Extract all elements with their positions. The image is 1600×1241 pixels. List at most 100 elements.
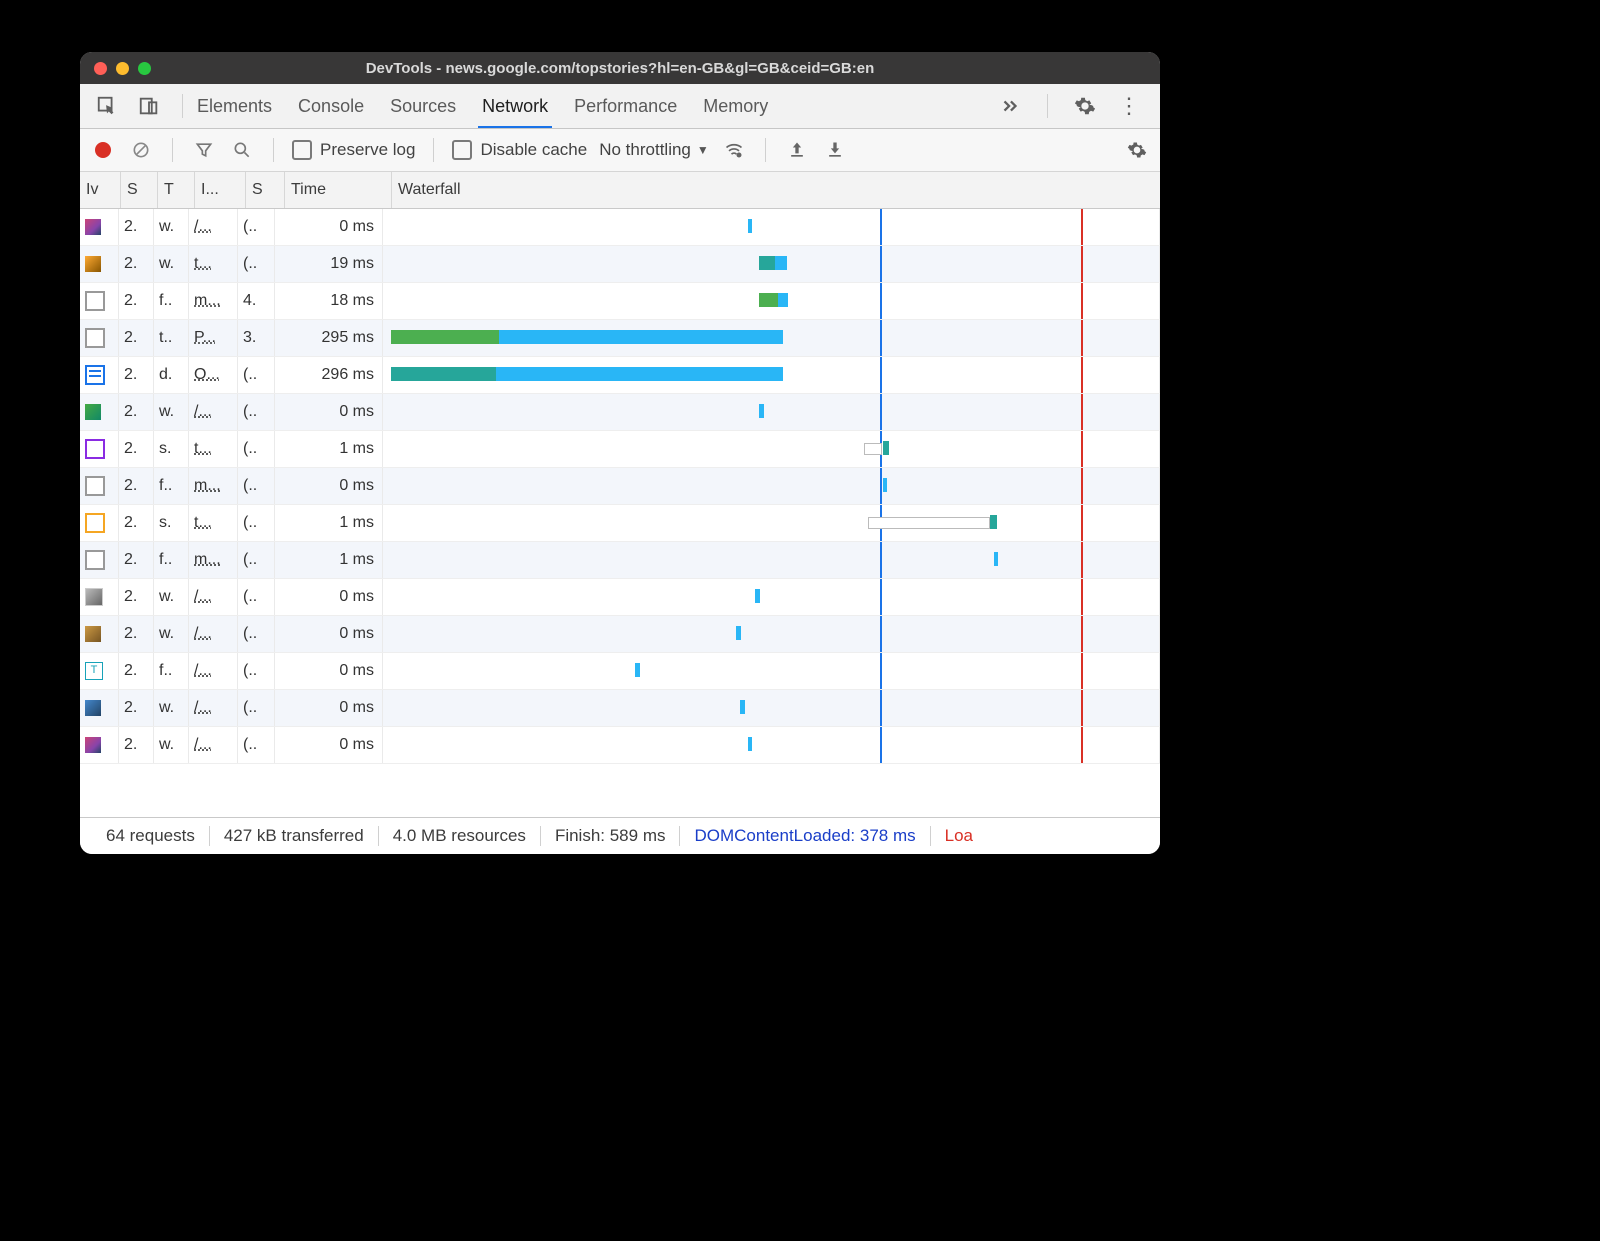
cell: (.. bbox=[238, 727, 275, 763]
resource-type-icon bbox=[85, 550, 105, 570]
cell: w. bbox=[154, 579, 189, 615]
cell: 2. bbox=[119, 616, 154, 652]
cell: (.. bbox=[238, 616, 275, 652]
filter-icon[interactable] bbox=[191, 137, 217, 163]
table-row[interactable]: 2.t..P...3.295 ms bbox=[80, 320, 1160, 357]
cell: m... bbox=[189, 283, 238, 319]
cell: /... bbox=[189, 579, 238, 615]
table-row[interactable]: 2.d.O...(..296 ms bbox=[80, 357, 1160, 394]
tab-sources[interactable]: Sources bbox=[390, 84, 456, 128]
cell-time: 1 ms bbox=[275, 505, 383, 541]
tab-performance[interactable]: Performance bbox=[574, 84, 677, 128]
panel-tabs: Elements Console Sources Network Performance… bbox=[80, 84, 1160, 129]
table-row[interactable]: 2.w./...(..0 ms bbox=[80, 394, 1160, 431]
col-header[interactable]: S bbox=[121, 172, 158, 208]
preserve-log-label: Preserve log bbox=[320, 140, 415, 160]
upload-har-icon[interactable] bbox=[784, 137, 810, 163]
cell: w. bbox=[154, 209, 189, 245]
cell-waterfall bbox=[383, 690, 1160, 726]
cell-time: 0 ms bbox=[275, 616, 383, 652]
cell-time: 296 ms bbox=[275, 357, 383, 393]
table-row[interactable]: 2.w./...(..0 ms bbox=[80, 727, 1160, 764]
cell-time: 0 ms bbox=[275, 468, 383, 504]
cell: 3. bbox=[238, 320, 275, 356]
cell-waterfall bbox=[383, 579, 1160, 615]
cell: (.. bbox=[238, 505, 275, 541]
cell: 4. bbox=[238, 283, 275, 319]
resource-type-icon bbox=[85, 219, 101, 235]
preserve-log-checkbox[interactable]: Preserve log bbox=[292, 140, 415, 160]
resource-type-icon bbox=[85, 737, 101, 753]
download-har-icon[interactable] bbox=[822, 137, 848, 163]
kebab-menu-icon[interactable]: ⋮ bbox=[1116, 93, 1142, 119]
inspect-element-icon[interactable] bbox=[94, 93, 120, 119]
cell: t... bbox=[189, 505, 238, 541]
table-row[interactable]: 2.f..m...(..0 ms bbox=[80, 468, 1160, 505]
cell: w. bbox=[154, 246, 189, 282]
cell: 2. bbox=[119, 246, 154, 282]
cell: w. bbox=[154, 690, 189, 726]
cell: (.. bbox=[238, 653, 275, 689]
cell: s. bbox=[154, 431, 189, 467]
table-row[interactable]: 2.f..m...4.18 ms bbox=[80, 283, 1160, 320]
col-header[interactable]: T bbox=[158, 172, 195, 208]
network-toolbar: Preserve log Disable cache No throttling… bbox=[80, 129, 1160, 172]
cell: w. bbox=[154, 727, 189, 763]
window-minimize[interactable] bbox=[116, 62, 129, 75]
cell: 2. bbox=[119, 727, 154, 763]
col-header[interactable]: S bbox=[246, 172, 285, 208]
table-row[interactable]: 2.s.t...(..1 ms bbox=[80, 505, 1160, 542]
throttling-select[interactable]: No throttling ▼ bbox=[599, 140, 709, 160]
resource-type-icon bbox=[85, 365, 105, 385]
cell: 2. bbox=[119, 283, 154, 319]
table-row[interactable]: 2.w./...(..0 ms bbox=[80, 690, 1160, 727]
table-row[interactable]: 2.w.t...(..19 ms bbox=[80, 246, 1160, 283]
resource-type-icon: T bbox=[85, 662, 103, 680]
table-row[interactable]: 2.s.t...(..1 ms bbox=[80, 431, 1160, 468]
search-icon[interactable] bbox=[229, 137, 255, 163]
status-resources: 4.0 MB resources bbox=[379, 826, 541, 846]
cell: w. bbox=[154, 394, 189, 430]
cell: (.. bbox=[238, 579, 275, 615]
window-maximize[interactable] bbox=[138, 62, 151, 75]
col-header-time[interactable]: Time bbox=[285, 172, 392, 208]
table-row[interactable]: 2.w./...(..0 ms bbox=[80, 579, 1160, 616]
cell: 2. bbox=[119, 431, 154, 467]
disable-cache-checkbox[interactable]: Disable cache bbox=[452, 140, 587, 160]
cell: m... bbox=[189, 468, 238, 504]
cell: O... bbox=[189, 357, 238, 393]
cell: 2. bbox=[119, 579, 154, 615]
titlebar: DevTools - news.google.com/topstories?hl… bbox=[80, 52, 1160, 84]
network-conditions-icon[interactable] bbox=[721, 137, 747, 163]
cell-waterfall bbox=[383, 320, 1160, 356]
device-toolbar-icon[interactable] bbox=[136, 93, 162, 119]
cell-time: 18 ms bbox=[275, 283, 383, 319]
cell: f.. bbox=[154, 653, 189, 689]
table-row[interactable]: 2.f..m...(..1 ms bbox=[80, 542, 1160, 579]
col-header-waterfall[interactable]: Waterfall bbox=[392, 172, 1160, 208]
record-button[interactable] bbox=[90, 137, 116, 163]
tab-memory[interactable]: Memory bbox=[703, 84, 768, 128]
col-header[interactable]: I... bbox=[195, 172, 246, 208]
clear-icon[interactable] bbox=[128, 137, 154, 163]
cell: f.. bbox=[154, 542, 189, 578]
window-close[interactable] bbox=[94, 62, 107, 75]
tab-network[interactable]: Network bbox=[482, 84, 548, 128]
settings-icon[interactable] bbox=[1072, 93, 1098, 119]
table-body: 2.w./...(..0 ms2.w.t...(..19 ms2.f..m...… bbox=[80, 209, 1160, 817]
col-header[interactable]: Iv bbox=[80, 172, 121, 208]
table-row[interactable]: 2.w./...(..0 ms bbox=[80, 616, 1160, 653]
cell: (.. bbox=[238, 209, 275, 245]
cell: (.. bbox=[238, 431, 275, 467]
network-settings-icon[interactable] bbox=[1124, 137, 1150, 163]
table-row[interactable]: T2.f../...(..0 ms bbox=[80, 653, 1160, 690]
more-tabs-icon[interactable] bbox=[997, 93, 1023, 119]
cell-time: 1 ms bbox=[275, 431, 383, 467]
tab-elements[interactable]: Elements bbox=[197, 84, 272, 128]
tab-console[interactable]: Console bbox=[298, 84, 364, 128]
cell: f.. bbox=[154, 283, 189, 319]
cell-waterfall bbox=[383, 727, 1160, 763]
cell: f.. bbox=[154, 468, 189, 504]
table-row[interactable]: 2.w./...(..0 ms bbox=[80, 209, 1160, 246]
cell-waterfall bbox=[383, 431, 1160, 467]
